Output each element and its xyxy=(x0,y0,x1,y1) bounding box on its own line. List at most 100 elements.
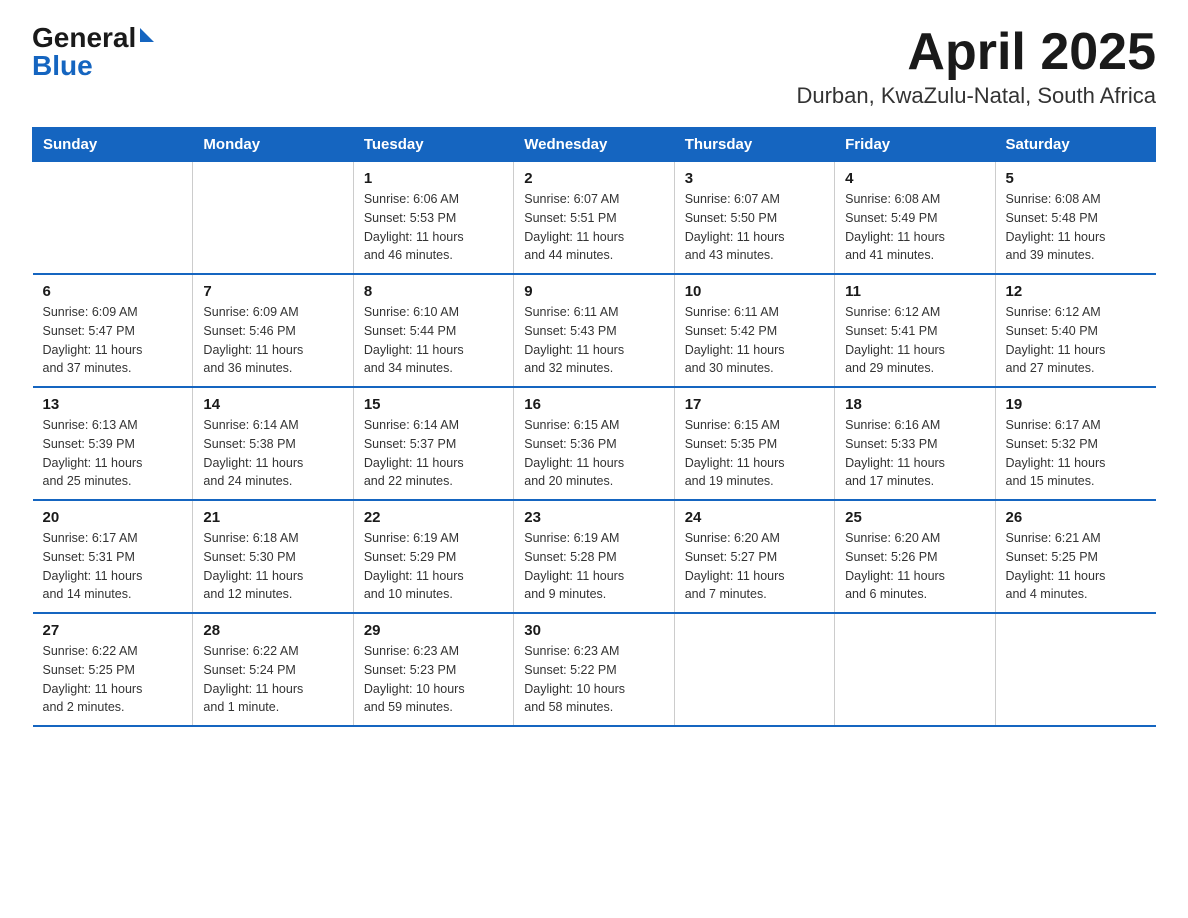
header-friday: Friday xyxy=(835,128,995,162)
cell-w3-d6: 19 Sunrise: 6:17 AM Sunset: 5:32 PM Dayli… xyxy=(995,387,1155,500)
header-monday: Monday xyxy=(193,128,353,162)
day-info: Sunrise: 6:11 AM Sunset: 5:42 PM Dayligh… xyxy=(685,303,824,378)
cell-w4-d2: 22 Sunrise: 6:19 AM Sunset: 5:29 PM Dayli… xyxy=(353,500,513,613)
cell-w3-d5: 18 Sunrise: 6:16 AM Sunset: 5:33 PM Dayli… xyxy=(835,387,995,500)
day-number: 21 xyxy=(203,509,342,526)
day-info: Sunrise: 6:19 AM Sunset: 5:28 PM Dayligh… xyxy=(524,529,663,604)
day-info: Sunrise: 6:20 AM Sunset: 5:27 PM Dayligh… xyxy=(685,529,824,604)
header-thursday: Thursday xyxy=(674,128,834,162)
page-title: April 2025 xyxy=(796,24,1156,81)
day-number: 28 xyxy=(203,622,342,639)
week-row-5: 27 Sunrise: 6:22 AM Sunset: 5:25 PM Dayli… xyxy=(33,613,1156,726)
day-info: Sunrise: 6:17 AM Sunset: 5:31 PM Dayligh… xyxy=(43,529,183,604)
cell-w4-d0: 20 Sunrise: 6:17 AM Sunset: 5:31 PM Dayli… xyxy=(33,500,193,613)
day-info: Sunrise: 6:07 AM Sunset: 5:50 PM Dayligh… xyxy=(685,190,824,265)
cell-w3-d3: 16 Sunrise: 6:15 AM Sunset: 5:36 PM Dayli… xyxy=(514,387,674,500)
cell-w2-d2: 8 Sunrise: 6:10 AM Sunset: 5:44 PM Daylig… xyxy=(353,274,513,387)
cell-w3-d4: 17 Sunrise: 6:15 AM Sunset: 5:35 PM Dayli… xyxy=(674,387,834,500)
cell-w2-d5: 11 Sunrise: 6:12 AM Sunset: 5:41 PM Dayli… xyxy=(835,274,995,387)
day-info: Sunrise: 6:18 AM Sunset: 5:30 PM Dayligh… xyxy=(203,529,342,604)
day-number: 13 xyxy=(43,396,183,413)
day-number: 7 xyxy=(203,283,342,300)
day-info: Sunrise: 6:16 AM Sunset: 5:33 PM Dayligh… xyxy=(845,416,984,491)
cell-w4-d4: 24 Sunrise: 6:20 AM Sunset: 5:27 PM Dayli… xyxy=(674,500,834,613)
cell-w2-d3: 9Sunrise: 6:11 AM Sunset: 5:43 PM Daylig… xyxy=(514,274,674,387)
day-number: 6 xyxy=(43,283,183,300)
day-number: 3 xyxy=(685,170,824,187)
header-saturday: Saturday xyxy=(995,128,1155,162)
day-info: Sunrise: 6:17 AM Sunset: 5:32 PM Dayligh… xyxy=(1006,416,1146,491)
cell-w5-d2: 29 Sunrise: 6:23 AM Sunset: 5:23 PM Dayli… xyxy=(353,613,513,726)
day-info: Sunrise: 6:06 AM Sunset: 5:53 PM Dayligh… xyxy=(364,190,503,265)
day-number: 27 xyxy=(43,622,183,639)
day-number: 22 xyxy=(364,509,503,526)
cell-w3-d2: 15Sunrise: 6:14 AM Sunset: 5:37 PM Dayli… xyxy=(353,387,513,500)
day-info: Sunrise: 6:15 AM Sunset: 5:36 PM Dayligh… xyxy=(524,416,663,491)
calendar-header-row: Sunday Monday Tuesday Wednesday Thursday… xyxy=(33,128,1156,162)
day-info: Sunrise: 6:08 AM Sunset: 5:49 PM Dayligh… xyxy=(845,190,984,265)
day-number: 14 xyxy=(203,396,342,413)
cell-w2-d6: 12Sunrise: 6:12 AM Sunset: 5:40 PM Dayli… xyxy=(995,274,1155,387)
day-info: Sunrise: 6:23 AM Sunset: 5:23 PM Dayligh… xyxy=(364,642,503,717)
cell-w1-d3: 2Sunrise: 6:07 AM Sunset: 5:51 PM Daylig… xyxy=(514,162,674,275)
day-number: 4 xyxy=(845,170,984,187)
calendar-table: Sunday Monday Tuesday Wednesday Thursday… xyxy=(32,127,1156,727)
cell-w4-d6: 26Sunrise: 6:21 AM Sunset: 5:25 PM Dayli… xyxy=(995,500,1155,613)
cell-w5-d5 xyxy=(835,613,995,726)
cell-w2-d1: 7Sunrise: 6:09 AM Sunset: 5:46 PM Daylig… xyxy=(193,274,353,387)
cell-w2-d4: 10 Sunrise: 6:11 AM Sunset: 5:42 PM Dayli… xyxy=(674,274,834,387)
day-number: 16 xyxy=(524,396,663,413)
week-row-3: 13 Sunrise: 6:13 AM Sunset: 5:39 PM Dayli… xyxy=(33,387,1156,500)
day-info: Sunrise: 6:22 AM Sunset: 5:24 PM Dayligh… xyxy=(203,642,342,717)
day-number: 10 xyxy=(685,283,824,300)
day-info: Sunrise: 6:07 AM Sunset: 5:51 PM Dayligh… xyxy=(524,190,663,265)
logo: General Blue xyxy=(32,24,154,80)
day-number: 1 xyxy=(364,170,503,187)
day-info: Sunrise: 6:13 AM Sunset: 5:39 PM Dayligh… xyxy=(43,416,183,491)
day-info: Sunrise: 6:12 AM Sunset: 5:41 PM Dayligh… xyxy=(845,303,984,378)
page-header: General Blue April 2025 Durban, KwaZulu-… xyxy=(32,24,1156,109)
day-number: 11 xyxy=(845,283,984,300)
cell-w5-d0: 27 Sunrise: 6:22 AM Sunset: 5:25 PM Dayli… xyxy=(33,613,193,726)
cell-w2-d0: 6Sunrise: 6:09 AM Sunset: 5:47 PM Daylig… xyxy=(33,274,193,387)
cell-w3-d1: 14Sunrise: 6:14 AM Sunset: 5:38 PM Dayli… xyxy=(193,387,353,500)
logo-arrow-icon xyxy=(140,28,154,42)
logo-blue: Blue xyxy=(32,52,93,80)
day-number: 19 xyxy=(1006,396,1146,413)
cell-w4-d3: 23 Sunrise: 6:19 AM Sunset: 5:28 PM Dayli… xyxy=(514,500,674,613)
cell-w3-d0: 13 Sunrise: 6:13 AM Sunset: 5:39 PM Dayli… xyxy=(33,387,193,500)
page-subtitle: Durban, KwaZulu-Natal, South Africa xyxy=(796,83,1156,109)
cell-w5-d6 xyxy=(995,613,1155,726)
header-sunday: Sunday xyxy=(33,128,193,162)
day-number: 26 xyxy=(1006,509,1146,526)
cell-w1-d4: 3 Sunrise: 6:07 AM Sunset: 5:50 PM Daylig… xyxy=(674,162,834,275)
header-wednesday: Wednesday xyxy=(514,128,674,162)
day-info: Sunrise: 6:19 AM Sunset: 5:29 PM Dayligh… xyxy=(364,529,503,604)
day-number: 17 xyxy=(685,396,824,413)
day-number: 23 xyxy=(524,509,663,526)
week-row-4: 20 Sunrise: 6:17 AM Sunset: 5:31 PM Dayli… xyxy=(33,500,1156,613)
day-info: Sunrise: 6:23 AM Sunset: 5:22 PM Dayligh… xyxy=(524,642,663,717)
day-number: 15 xyxy=(364,396,503,413)
cell-w1-d1 xyxy=(193,162,353,275)
cell-w5-d4 xyxy=(674,613,834,726)
day-number: 20 xyxy=(43,509,183,526)
day-number: 18 xyxy=(845,396,984,413)
day-info: Sunrise: 6:15 AM Sunset: 5:35 PM Dayligh… xyxy=(685,416,824,491)
cell-w1-d5: 4 Sunrise: 6:08 AM Sunset: 5:49 PM Daylig… xyxy=(835,162,995,275)
cell-w5-d3: 30 Sunrise: 6:23 AM Sunset: 5:22 PM Dayli… xyxy=(514,613,674,726)
day-info: Sunrise: 6:10 AM Sunset: 5:44 PM Dayligh… xyxy=(364,303,503,378)
day-info: Sunrise: 6:20 AM Sunset: 5:26 PM Dayligh… xyxy=(845,529,984,604)
day-number: 25 xyxy=(845,509,984,526)
day-number: 24 xyxy=(685,509,824,526)
day-info: Sunrise: 6:22 AM Sunset: 5:25 PM Dayligh… xyxy=(43,642,183,717)
cell-w1-d6: 5Sunrise: 6:08 AM Sunset: 5:48 PM Daylig… xyxy=(995,162,1155,275)
day-number: 29 xyxy=(364,622,503,639)
day-info: Sunrise: 6:12 AM Sunset: 5:40 PM Dayligh… xyxy=(1006,303,1146,378)
cell-w1-d2: 1 Sunrise: 6:06 AM Sunset: 5:53 PM Daylig… xyxy=(353,162,513,275)
day-number: 8 xyxy=(364,283,503,300)
day-info: Sunrise: 6:11 AM Sunset: 5:43 PM Dayligh… xyxy=(524,303,663,378)
cell-w4-d5: 25 Sunrise: 6:20 AM Sunset: 5:26 PM Dayli… xyxy=(835,500,995,613)
title-block: April 2025 Durban, KwaZulu-Natal, South … xyxy=(796,24,1156,109)
day-number: 30 xyxy=(524,622,663,639)
